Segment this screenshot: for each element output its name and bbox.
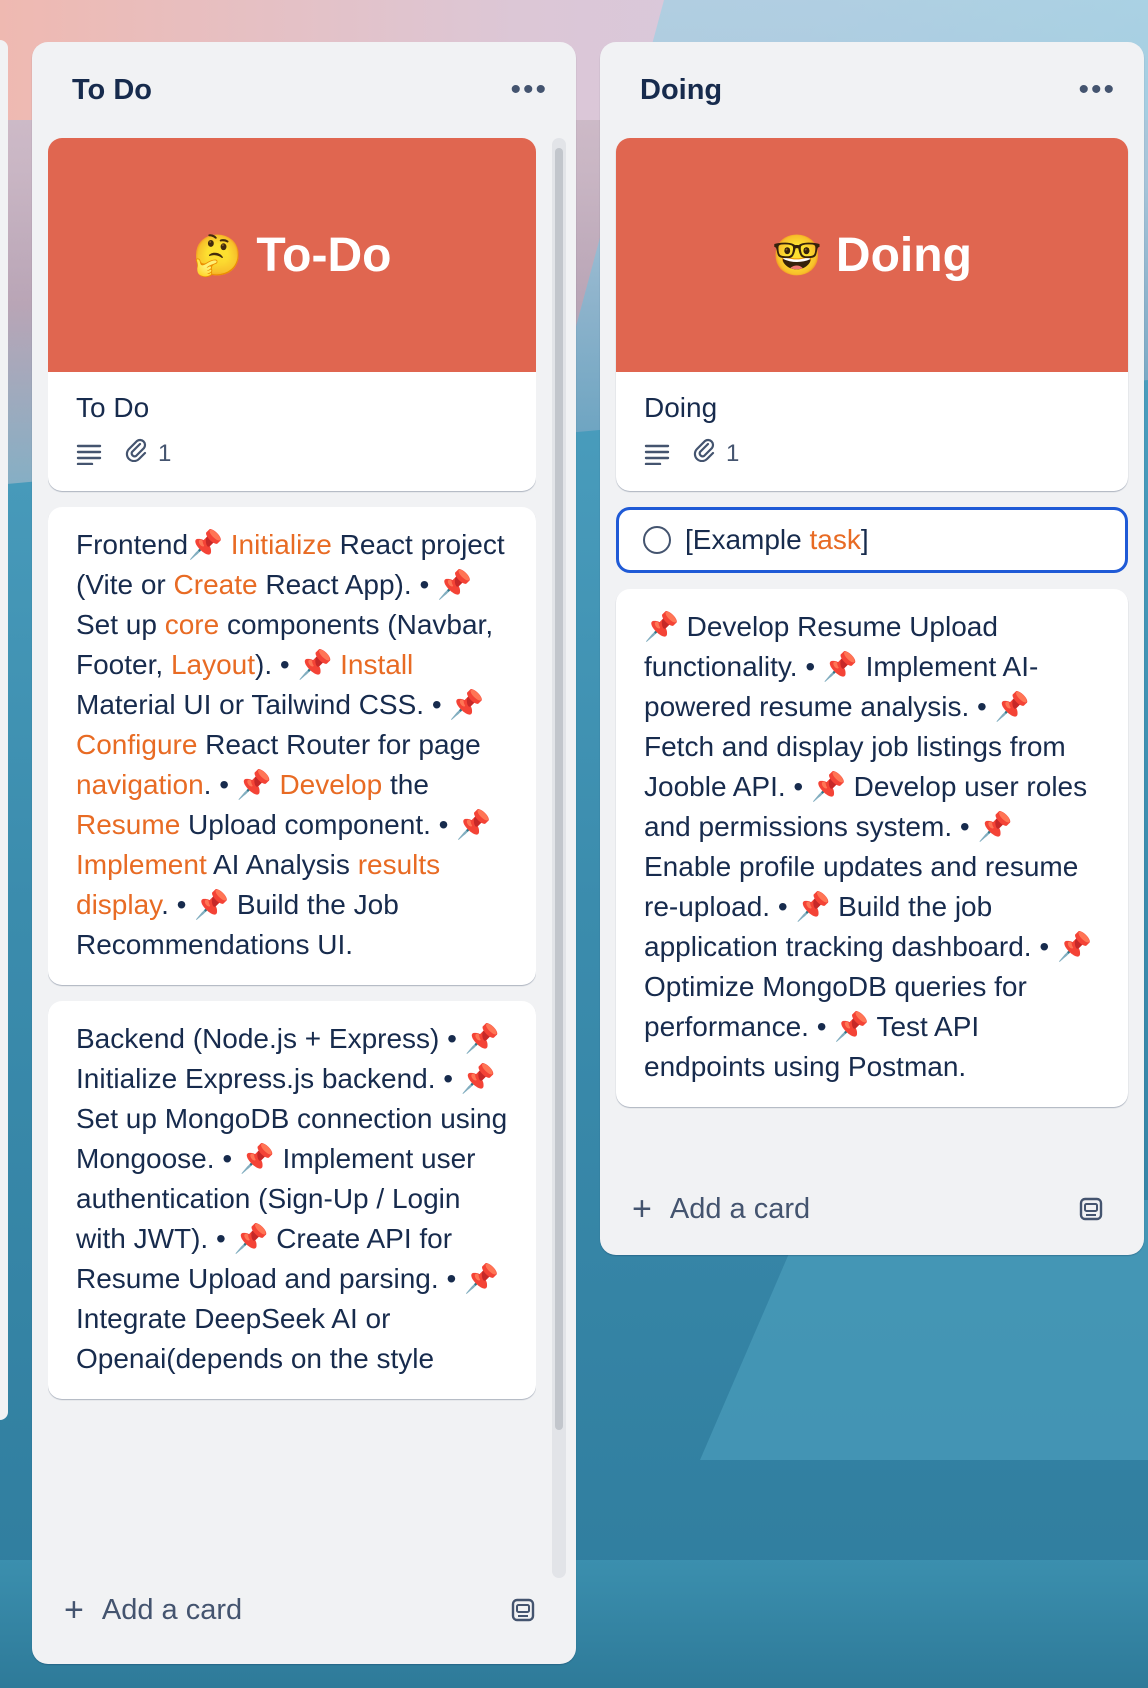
- nerd-face-icon: 🤓: [772, 233, 822, 278]
- thinking-face-icon: 🤔: [192, 233, 243, 278]
- card-example-task[interactable]: [Example task]: [616, 507, 1128, 573]
- card-title: To Do: [76, 392, 150, 423]
- list-doing: Doing ••• 🤓 Doing Doing 1 [Example task]: [600, 42, 1144, 1255]
- card-cover: 🤔 To-Do: [48, 138, 536, 372]
- highlight-segment: Resume: [76, 809, 181, 840]
- add-card-button[interactable]: + Add a card: [64, 1593, 242, 1627]
- add-card-button[interactable]: + Add a card: [632, 1192, 810, 1226]
- text-segment: Frontend📌: [76, 529, 231, 560]
- highlight-segment: Implement: [76, 849, 207, 880]
- scrollbar-thumb[interactable]: [555, 148, 563, 1430]
- list-footer: + Add a card: [600, 1163, 1144, 1255]
- card-tasks[interactable]: 📌 Develop Resume Upload functionality. •…: [616, 589, 1128, 1107]
- cover-text: To-Do: [256, 228, 392, 282]
- text-segment: React Router for page: [197, 729, 481, 760]
- card-text: 📌 Develop Resume Upload functionality. •…: [644, 611, 1092, 1082]
- card-cover: 🤓 Doing: [616, 138, 1128, 372]
- highlight-segment: Initialize: [230, 529, 332, 560]
- text-segment: Upload component. • 📌: [180, 809, 492, 840]
- text-segment: [Example: [685, 524, 810, 555]
- plus-icon: +: [64, 1591, 84, 1629]
- attachment-count: 1: [158, 439, 172, 467]
- previous-list-edge: [0, 40, 8, 1420]
- attachment-count: 1: [726, 439, 740, 467]
- card-template-icon[interactable]: [1078, 1196, 1104, 1222]
- list-footer: + Add a card: [32, 1556, 576, 1664]
- list-header: To Do •••: [32, 42, 576, 138]
- card-list: 🤓 Doing Doing 1 [Example task] 📌 Develop…: [616, 138, 1128, 1123]
- highlight-segment: core: [164, 609, 220, 640]
- attachment-icon: [692, 438, 716, 469]
- card-template-icon[interactable]: [510, 1597, 536, 1623]
- text-segment: Material UI or Tailwind CSS. • 📌: [76, 689, 485, 720]
- card-list: 🤔 To-Do To Do 1 Frontend📌 Initialize Rea…: [48, 138, 536, 1556]
- text-segment: the: [382, 769, 429, 800]
- highlight-segment: navigation: [76, 769, 204, 800]
- card-cover-doing[interactable]: 🤓 Doing Doing 1: [616, 138, 1128, 491]
- text-segment: AI Analysis: [206, 849, 358, 880]
- highlight-segment: Develop: [279, 769, 383, 800]
- card-backend[interactable]: Backend (Node.js + Express) • 📌 Initiali…: [48, 1001, 536, 1399]
- complete-checkbox-icon[interactable]: [643, 526, 671, 554]
- card-title: Doing: [644, 392, 718, 423]
- text-segment: ). • 📌: [255, 649, 341, 680]
- card-cover-todo[interactable]: 🤔 To-Do To Do 1: [48, 138, 536, 491]
- description-icon: [644, 443, 670, 465]
- highlight-segment: task: [809, 524, 861, 555]
- highlight-segment: Install: [340, 649, 414, 680]
- list-title[interactable]: Doing: [640, 74, 722, 107]
- add-card-label: Add a card: [101, 1593, 243, 1626]
- card-frontend[interactable]: Frontend📌 Initialize React project (Vite…: [48, 507, 536, 985]
- card-title: [Example task]: [685, 524, 869, 556]
- attachment-icon: [124, 438, 148, 469]
- card-badges: 1: [48, 438, 536, 491]
- text-segment: . • 📌: [203, 769, 280, 800]
- more-options-icon[interactable]: •••: [510, 75, 548, 105]
- card-text: Backend (Node.js + Express) • 📌 Initiali…: [76, 1023, 508, 1374]
- highlight-segment: Create: [173, 569, 258, 600]
- card-badges: 1: [616, 438, 1128, 491]
- add-card-label: Add a card: [669, 1192, 811, 1225]
- highlight-segment: Configure: [76, 729, 198, 760]
- more-options-icon[interactable]: •••: [1078, 75, 1116, 105]
- plus-icon: +: [632, 1190, 652, 1228]
- list-title[interactable]: To Do: [72, 74, 152, 107]
- scrollbar[interactable]: [552, 138, 566, 1578]
- card-text: Frontend📌 Initialize React project (Vite…: [48, 507, 536, 985]
- cover-text: Doing: [835, 228, 972, 282]
- text-segment: ]: [860, 524, 869, 555]
- highlight-segment: Layout: [170, 649, 256, 680]
- list-todo: To Do ••• 🤔 To-Do To Do 1 Frontend📌 Init…: [32, 42, 576, 1664]
- list-header: Doing •••: [600, 42, 1144, 138]
- description-icon: [76, 443, 102, 465]
